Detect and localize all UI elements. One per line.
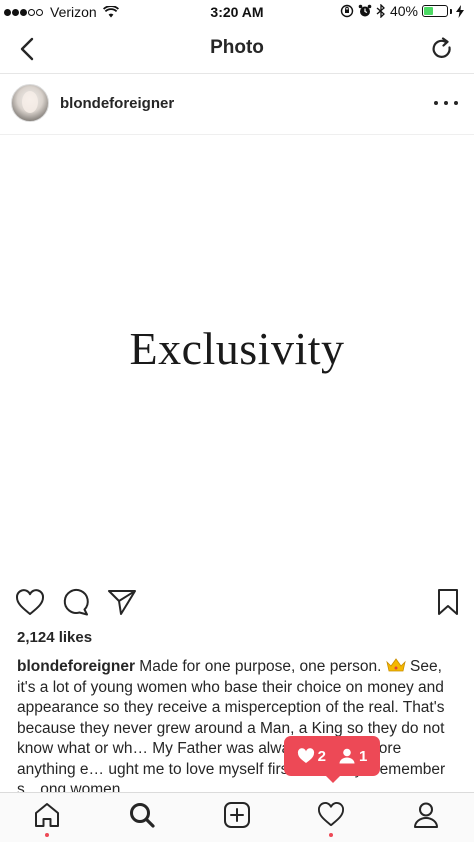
refresh-icon (432, 37, 451, 58)
share-button[interactable] (106, 586, 138, 618)
activity-notification-dot (329, 833, 333, 837)
tab-new-post[interactable] (217, 801, 257, 837)
rotation-lock-icon (340, 4, 354, 18)
home-notification-dot (45, 833, 49, 837)
tab-activity[interactable] (311, 801, 351, 837)
more-options-button[interactable] (434, 93, 458, 113)
status-bar: Verizon 3:20 AM 40% (0, 0, 474, 24)
toast-likes-count: 2 (317, 747, 326, 765)
photo-text: Exclusivity (129, 323, 345, 374)
caption-text-continued: See, it's a lot of young women who base … (17, 658, 446, 798)
alarm-icon (358, 4, 372, 17)
more-dots-icon (434, 101, 438, 105)
heart-icon (16, 589, 44, 615)
post-username[interactable]: blondeforeigner (60, 95, 174, 112)
comment-icon (63, 588, 89, 616)
refresh-button[interactable] (428, 35, 456, 63)
post-caption: blondeforeigner Made for one purpose, on… (17, 657, 457, 801)
battery-percent: 40% (389, 3, 418, 19)
home-icon (35, 803, 59, 827)
save-button[interactable] (432, 586, 464, 618)
like-button[interactable] (14, 586, 46, 618)
page-title: Photo (210, 37, 264, 58)
tab-search[interactable] (122, 801, 162, 837)
activity-notification-toast[interactable]: 2 1 (284, 736, 380, 783)
heart-filled-icon (297, 748, 314, 763)
profile-icon (414, 802, 438, 828)
add-post-icon (224, 802, 250, 828)
post-photo[interactable]: Exclusivity (0, 136, 474, 578)
toast-likes: 2 (297, 748, 326, 765)
toast-follows-count: 1 (359, 747, 368, 765)
tab-profile[interactable] (406, 801, 446, 837)
charging-bolt-icon (456, 4, 464, 18)
comment-button[interactable] (60, 586, 92, 618)
search-icon (130, 803, 155, 828)
send-icon (108, 590, 136, 615)
bookmark-icon (438, 589, 458, 615)
nav-bar: Photo (0, 24, 474, 74)
tab-bar (0, 792, 474, 842)
caption-username[interactable]: blondeforeigner (17, 658, 135, 675)
crown-emoji-icon (386, 658, 406, 672)
avatar[interactable] (11, 84, 49, 122)
post-header: blondeforeigner (0, 75, 474, 135)
toast-follows: 1 (338, 748, 367, 765)
status-right: 40% (340, 3, 468, 19)
person-icon (339, 748, 355, 764)
battery-icon (422, 5, 448, 17)
post-actions (0, 584, 474, 622)
tab-home[interactable] (27, 801, 67, 837)
heart-icon (317, 802, 344, 827)
caption-text: Made for one purpose, one person. (134, 658, 386, 675)
like-count[interactable]: 2,124 likes (17, 629, 92, 646)
bluetooth-icon (376, 4, 385, 18)
